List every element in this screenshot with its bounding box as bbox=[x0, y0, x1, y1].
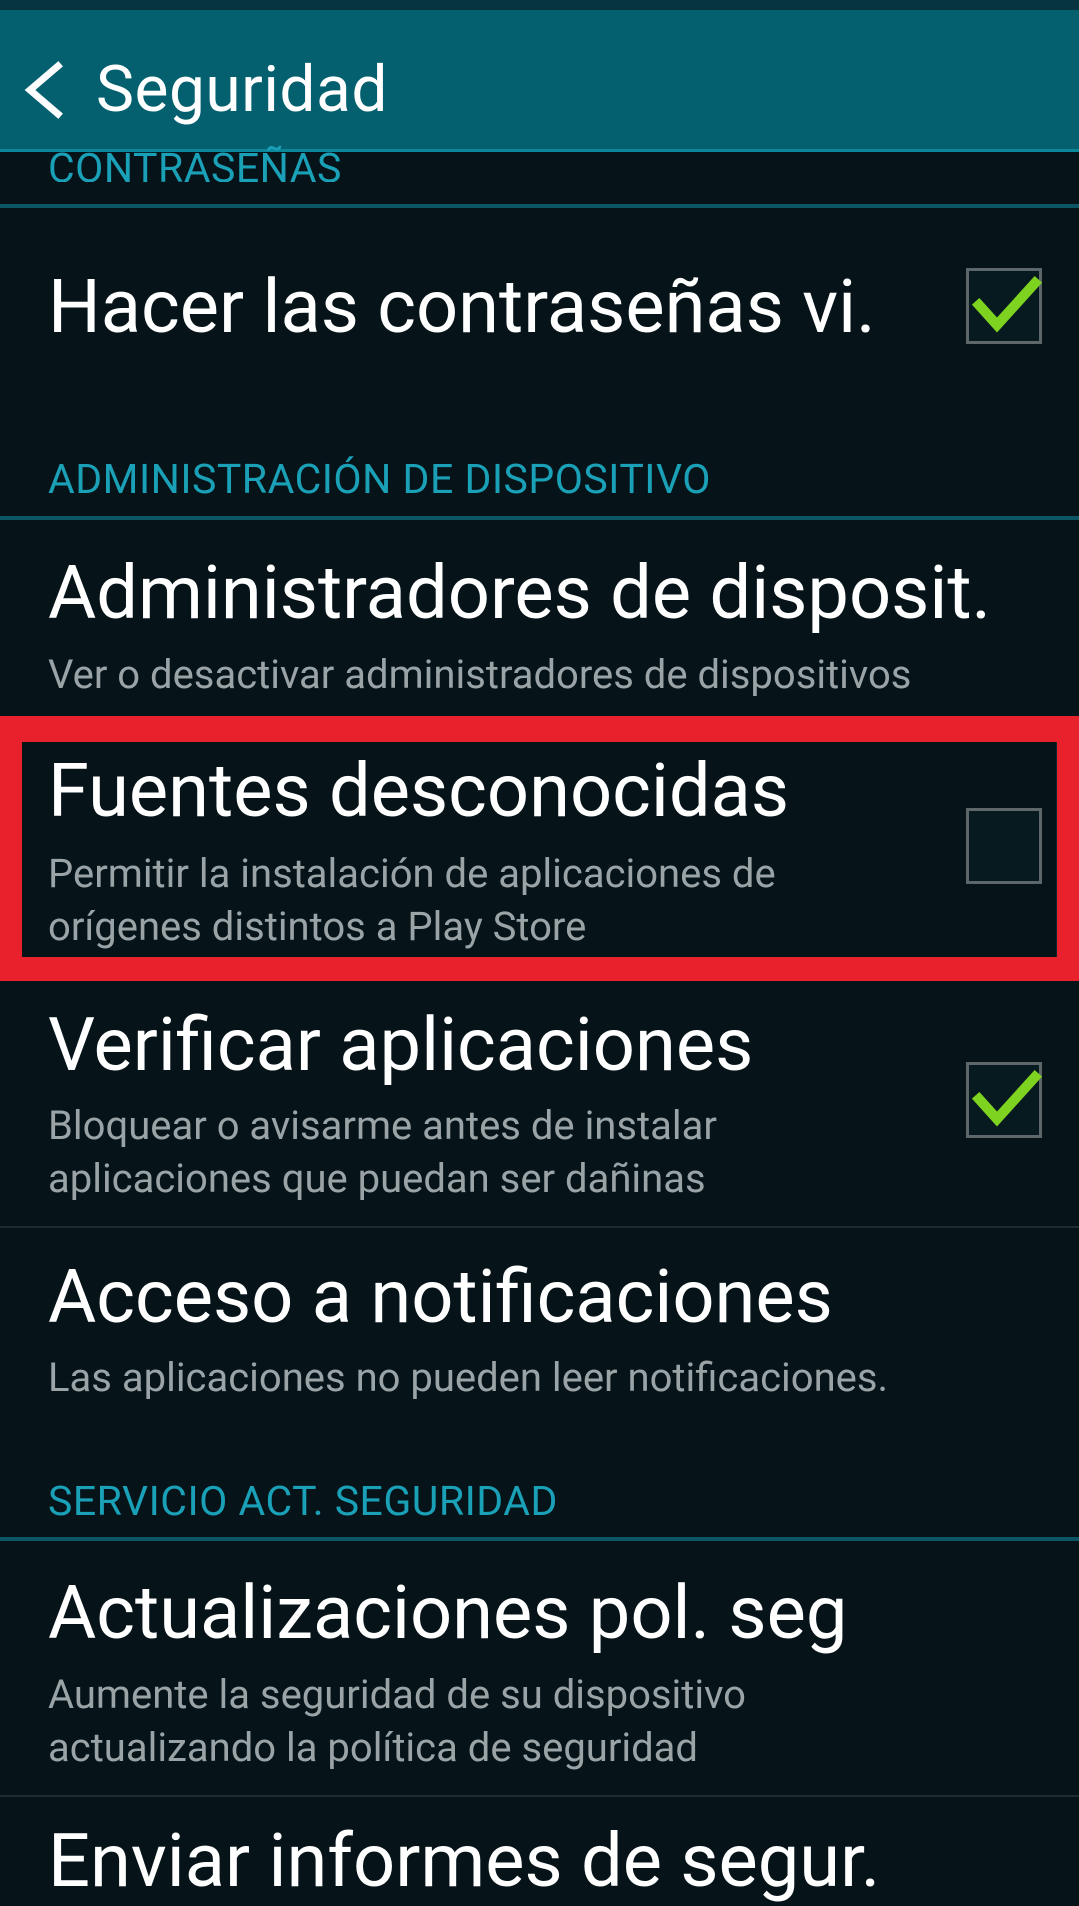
section-header-security-service: SERVICIO ACT. SEGURIDAD bbox=[48, 1478, 558, 1526]
page-title: Seguridad bbox=[96, 52, 388, 127]
setting-summary: aplicaciones que puedan ser dañinas bbox=[48, 1155, 706, 1202]
section-header-device-admin: ADMINISTRACIÓN DE DISPOSITIVO bbox=[48, 456, 711, 504]
section-divider bbox=[0, 1537, 1079, 1541]
setting-title: Verificar aplicaciones bbox=[48, 1002, 754, 1089]
action-bar: Seguridad bbox=[0, 0, 1079, 152]
setting-title: Administradores de disposit. bbox=[48, 550, 992, 637]
chevron-left-icon[interactable] bbox=[22, 60, 66, 120]
setting-summary: actualizando la política de seguridad bbox=[48, 1724, 698, 1771]
section-header-passwords: CONTRASEÑAS bbox=[48, 145, 342, 182]
setting-summary: Aumente la seguridad de su dispositivo bbox=[48, 1671, 746, 1718]
setting-summary: Las aplicaciones no pueden leer notifica… bbox=[48, 1354, 889, 1401]
verify-apps-checkbox[interactable] bbox=[966, 1062, 1043, 1138]
highlight-frame bbox=[0, 716, 1079, 981]
section-divider bbox=[0, 204, 1079, 208]
show-passwords-checkbox[interactable] bbox=[966, 268, 1043, 344]
checkmark-icon bbox=[971, 275, 1043, 333]
section-divider bbox=[0, 516, 1079, 520]
setting-summary: Ver o desactivar administradores de disp… bbox=[48, 651, 912, 698]
setting-title: Acceso a notificaciones bbox=[48, 1254, 833, 1341]
checkmark-icon bbox=[971, 1069, 1043, 1127]
item-divider bbox=[0, 1226, 1079, 1228]
setting-title: Enviar informes de segur. bbox=[48, 1818, 881, 1905]
setting-summary: Bloquear o avisarme antes de instalar bbox=[48, 1102, 717, 1149]
setting-title: Hacer las contraseñas vi. bbox=[48, 264, 876, 351]
setting-title: Actualizaciones pol. seg bbox=[48, 1570, 848, 1657]
item-divider bbox=[0, 1795, 1079, 1797]
